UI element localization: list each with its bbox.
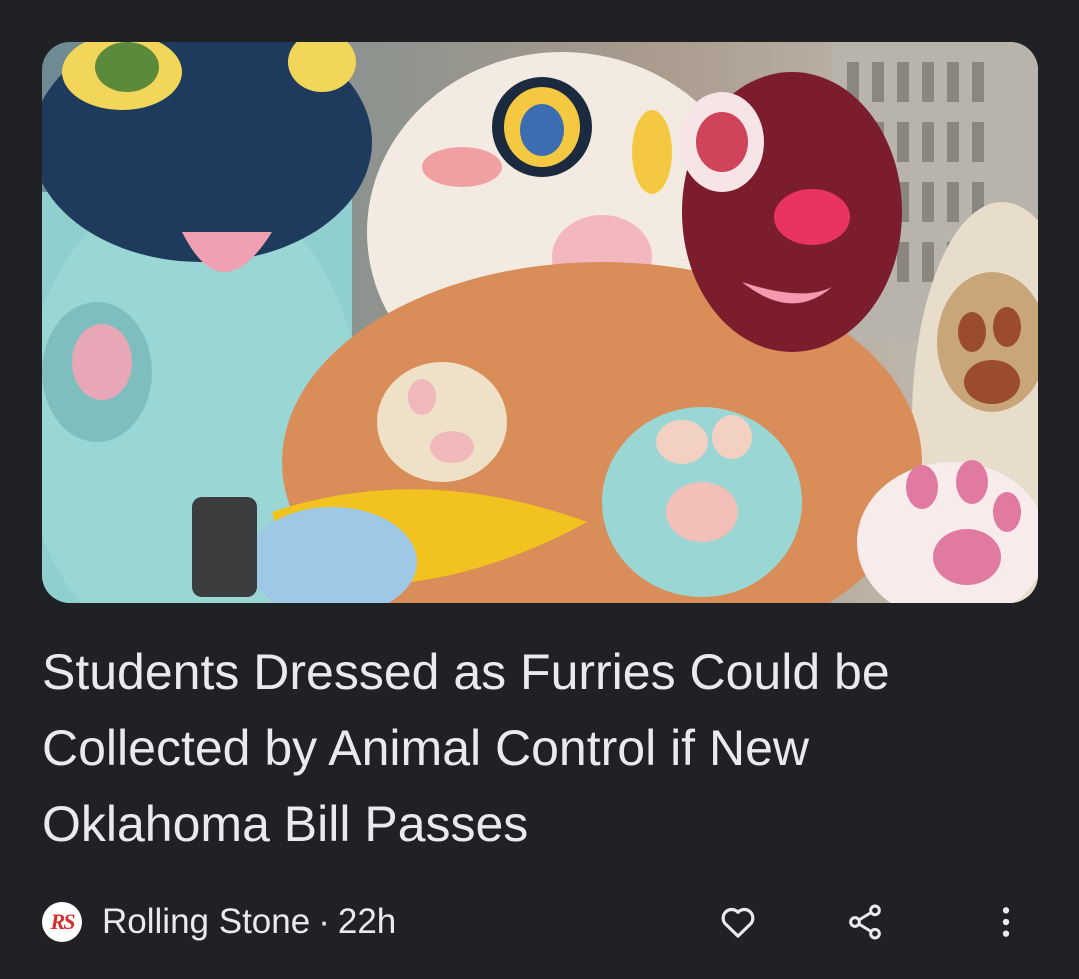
publisher-logo-text: RS [50, 909, 76, 934]
publisher-logo: RS [42, 902, 82, 942]
more-options-button[interactable] [980, 896, 1032, 948]
article-image-art [42, 42, 1038, 603]
article-source[interactable]: RS Rolling Stone · 22h [42, 898, 396, 946]
share-icon [849, 904, 881, 940]
more-vert-icon [1002, 907, 1010, 937]
news-card[interactable]: Students Dressed as Furries Could be Col… [0, 0, 1079, 979]
article-image[interactable] [42, 42, 1038, 603]
like-button[interactable] [712, 896, 764, 948]
article-age: 22h [337, 902, 397, 941]
share-button[interactable] [839, 896, 891, 948]
publisher-name: Rolling Stone [102, 902, 311, 941]
heart-icon [721, 907, 755, 938]
meta-separator: · [318, 902, 330, 941]
article-actions [679, 896, 1079, 948]
article-headline[interactable]: Students Dressed as Furries Could be Col… [42, 634, 1032, 862]
